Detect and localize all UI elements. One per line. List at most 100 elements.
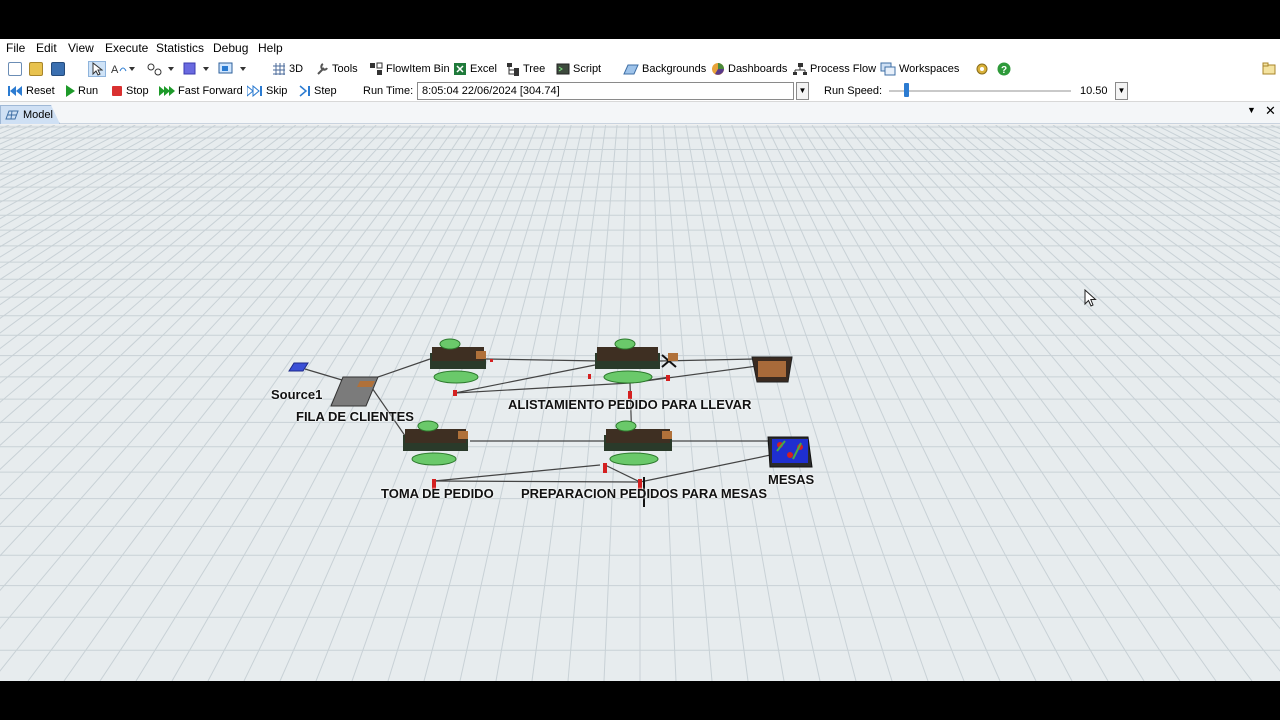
run-time-field[interactable]: 8:05:04 22/06/2024 [304.74]	[417, 82, 794, 100]
skip-button[interactable]: Skip	[247, 83, 287, 99]
run-control-bar: Reset Run Stop Fast Forward Skip Step Ru…	[0, 80, 1280, 102]
tree-button[interactable]: Tree	[506, 61, 545, 77]
order-taking-label: TOMA DE PEDIDO	[381, 486, 494, 501]
source-object[interactable]	[288, 362, 309, 372]
dashboards-label: Dashboards	[728, 63, 788, 75]
tools-label: Tools	[332, 63, 358, 75]
reset-label: Reset	[26, 85, 55, 97]
script-label: Script	[573, 63, 602, 75]
run-label: Run	[78, 85, 99, 97]
sink-takeaway-object[interactable]	[751, 356, 793, 383]
processor-upper-left[interactable]	[430, 338, 486, 384]
help-button[interactable]: ?	[997, 61, 1011, 77]
main-toolbar: A 3D Tools FlowItem Bin Excel Tree Scrip…	[0, 57, 1280, 80]
source-label: Source1	[271, 387, 323, 402]
dashboards-button[interactable]: Dashboards	[711, 61, 787, 77]
svg-text:?: ?	[1001, 65, 1007, 76]
menu-debug[interactable]: Debug	[213, 41, 248, 55]
step-button[interactable]: Step	[299, 83, 337, 99]
excel-button[interactable]: Excel	[453, 61, 497, 77]
tools-icon	[317, 63, 328, 75]
step-icon	[299, 85, 310, 97]
chevron-down-icon: ▼	[798, 86, 807, 95]
flexsim-window: File Edit View Execute Statistics Debug …	[0, 39, 1280, 681]
square-shape-icon	[183, 62, 209, 75]
menu-help[interactable]: Help	[258, 41, 283, 55]
chevron-down-icon: ▼	[1117, 86, 1126, 95]
connection-line	[433, 480, 641, 483]
workspaces-label: Workspaces	[899, 63, 960, 75]
tab-model-label: Model	[23, 109, 53, 121]
gear-icon	[976, 63, 988, 75]
process-flow-label: Process Flow	[810, 63, 877, 75]
script-icon	[556, 63, 570, 75]
reset-icon	[8, 86, 22, 96]
3d-label: 3D	[289, 63, 304, 75]
run-time-dropdown[interactable]: ▼	[796, 82, 809, 100]
process-flow-icon	[793, 63, 807, 75]
open-panel-button[interactable]	[1262, 61, 1276, 77]
save-model-button[interactable]	[51, 61, 65, 77]
model-tab-icon	[5, 110, 19, 120]
stop-button[interactable]: Stop	[111, 83, 149, 99]
flowitem-bin-button[interactable]: FlowItem Bin	[369, 61, 450, 77]
3d-view-button[interactable]: 3D	[272, 61, 303, 77]
connection-line	[377, 358, 431, 378]
menu-file[interactable]: File	[6, 41, 25, 55]
link-mode-button[interactable]	[146, 61, 174, 77]
connection-line	[485, 358, 601, 362]
tab-menu-arrow-icon[interactable]: ▼	[1247, 105, 1256, 115]
processor-lower-left[interactable]	[403, 420, 468, 466]
new-model-button[interactable]	[8, 61, 22, 77]
excel-icon	[454, 63, 466, 75]
fast-forward-icon	[159, 86, 175, 96]
3d-grid-icon	[273, 63, 285, 75]
close-tab-icon[interactable]: ✕	[1265, 103, 1276, 119]
connect-mode-button[interactable]: A	[111, 61, 135, 77]
workspaces-button[interactable]: Workspaces	[880, 61, 959, 77]
run-button[interactable]: Run	[65, 83, 98, 99]
tree-icon	[507, 63, 519, 76]
run-speed-slider-track[interactable]	[889, 90, 1071, 92]
select-mode-button[interactable]	[88, 61, 106, 77]
open-folder-icon	[29, 62, 43, 76]
lower-process-label: PREPARACION PEDIDOS PARA MESAS	[521, 486, 768, 501]
processor-lower-right[interactable]	[604, 420, 672, 466]
queue-object[interactable]	[330, 376, 379, 407]
queue-label: FILA DE CLIENTES	[296, 409, 414, 424]
excel-label: Excel	[470, 63, 497, 75]
process-flow-button[interactable]: Process Flow	[793, 61, 876, 77]
menu-view[interactable]: View	[68, 41, 94, 55]
backgrounds-icon	[623, 64, 639, 75]
menu-edit[interactable]: Edit	[36, 41, 57, 55]
port-marker	[453, 390, 457, 396]
menu-statistics[interactable]: Statistics	[156, 41, 204, 55]
pointer-icon	[92, 62, 103, 76]
step-label: Step	[314, 85, 337, 97]
reset-button[interactable]: Reset	[7, 83, 55, 99]
run-speed-dropdown[interactable]: ▼	[1115, 82, 1128, 100]
sink-tables-object[interactable]	[767, 436, 813, 468]
save-icon	[51, 62, 65, 76]
tree-label: Tree	[523, 63, 546, 75]
backgrounds-button[interactable]: Backgrounds	[623, 61, 706, 77]
run-speed-slider-thumb[interactable]	[904, 83, 909, 97]
help-icon: ?	[997, 62, 1011, 76]
model-3d-view[interactable]: Source1 FILA DE CLIENTES ALISTAMIENTO PE…	[0, 125, 1280, 681]
settings-button[interactable]	[975, 61, 989, 77]
port-marker	[588, 374, 591, 379]
skip-icon	[247, 85, 262, 97]
menu-execute[interactable]: Execute	[105, 41, 148, 55]
connection-line	[304, 368, 343, 381]
script-button[interactable]: Script	[556, 61, 601, 77]
tab-model[interactable]: Model	[0, 105, 60, 124]
mouse-pointer-icon	[1084, 289, 1097, 307]
connection-line	[433, 464, 601, 482]
fast-forward-button[interactable]: Fast Forward	[159, 83, 243, 99]
view-options-button[interactable]	[218, 61, 248, 77]
folder-panel-icon	[1262, 62, 1276, 75]
upper-process-label: ALISTAMIENTO PEDIDO PARA LLEVAR	[508, 397, 752, 412]
tools-button[interactable]: Tools	[315, 61, 358, 77]
shape-mode-button[interactable]	[183, 61, 211, 77]
open-model-button[interactable]	[29, 61, 43, 77]
